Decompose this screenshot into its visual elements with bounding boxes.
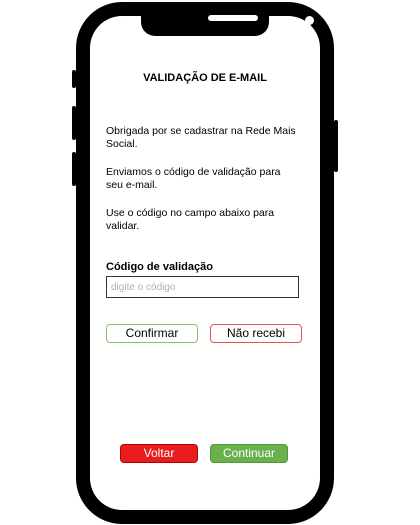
email-validation-screen: VALIDAÇÃO DE E-MAIL Obrigada por se cada… [90, 16, 320, 510]
page-title: VALIDAÇÃO DE E-MAIL [143, 72, 267, 84]
code-sent-text: Enviamos o código de validação para seu … [106, 166, 281, 191]
phone-frame: VALIDAÇÃO DE E-MAIL Obrigada por se cada… [76, 2, 334, 524]
confirm-button[interactable]: Confirmar [106, 324, 198, 343]
not-received-button[interactable]: Não recebi [210, 324, 302, 343]
instruction-text: Use o código no campo abaixo para valida… [106, 207, 275, 232]
phone-power-button [334, 120, 338, 172]
phone-screen: VALIDAÇÃO DE E-MAIL Obrigada por se cada… [90, 16, 320, 510]
validation-code-input[interactable] [106, 276, 299, 298]
front-camera [305, 16, 314, 25]
code-label: Código de validação [106, 261, 213, 273]
speaker-slot [208, 15, 258, 21]
continue-button[interactable]: Continuar [210, 444, 288, 463]
thanks-text: Obrigada por se cadastrar na Rede Mais S… [106, 125, 296, 150]
back-button[interactable]: Voltar [120, 444, 198, 463]
